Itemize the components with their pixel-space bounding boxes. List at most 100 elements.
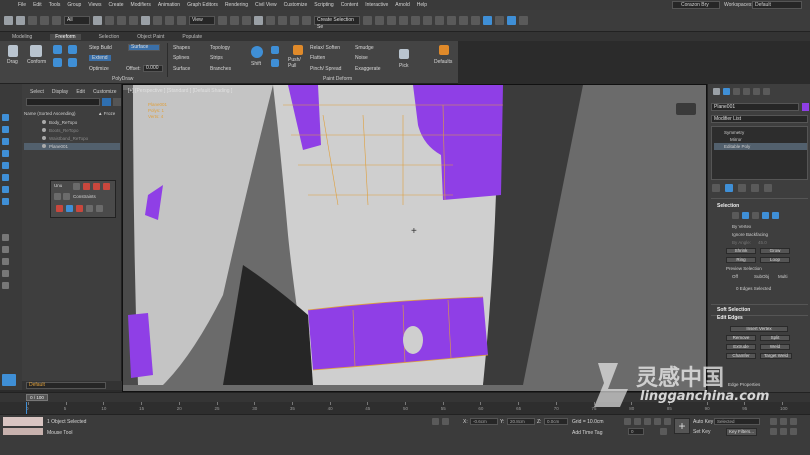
menu-views[interactable]: Views	[88, 2, 101, 8]
y-coordinate-field[interactable]: 20.8cm	[507, 418, 535, 425]
tab-modeling[interactable]: Modeling	[12, 34, 32, 40]
visibility-icon[interactable]	[42, 128, 46, 132]
visibility-icon[interactable]	[42, 144, 46, 148]
menu-modifiers[interactable]: Modifiers	[131, 2, 151, 8]
align-icon[interactable]	[375, 16, 384, 25]
axis-constraint-z-icon[interactable]	[93, 183, 100, 190]
menu-customize[interactable]: Customize	[284, 2, 308, 8]
brush-options-icon[interactable]	[271, 46, 279, 54]
toggle-scene-explorer-icon[interactable]	[387, 16, 396, 25]
link-icon[interactable]	[28, 16, 37, 25]
rendered-frame-window-icon[interactable]	[471, 16, 480, 25]
layout-2-icon[interactable]	[2, 126, 9, 133]
add-time-tag-button[interactable]: Add Time Tag	[572, 430, 602, 436]
go-to-end-icon[interactable]	[664, 418, 671, 425]
viewport-label-menu[interactable]: [+] [Perspective ] [Standard ] [Default …	[128, 88, 232, 94]
layout-12-icon[interactable]	[2, 270, 9, 277]
menu-animation[interactable]: Animation	[158, 2, 180, 8]
smudge-button[interactable]: Smudge	[355, 45, 374, 51]
exaggerate-button[interactable]: Exaggerate	[355, 66, 381, 72]
object-color-swatch[interactable]	[802, 103, 809, 111]
show-end-result-icon[interactable]	[725, 184, 733, 192]
scene-row[interactable]: Boots_ReTopo	[24, 127, 120, 134]
layout-1-icon[interactable]	[2, 114, 9, 121]
ignore-backfacing-checkbox[interactable]: Ignore Backfacing	[732, 232, 768, 237]
drag-icon[interactable]	[8, 45, 18, 57]
layout-4-icon[interactable]	[2, 150, 9, 157]
tab-selection[interactable]: Selection	[99, 34, 120, 40]
modify-tab-icon[interactable]	[723, 88, 730, 95]
menu-edit[interactable]: Edit	[33, 2, 42, 8]
constraint-5-icon[interactable]	[96, 205, 103, 212]
render-cloud-icon[interactable]	[507, 16, 516, 25]
preview-multi-radio[interactable]: Multi	[778, 274, 788, 279]
object-name-field[interactable]: Plane001	[711, 103, 799, 111]
layout-6-icon[interactable]	[2, 174, 9, 181]
scene-options-icon[interactable]	[113, 98, 121, 106]
auto-key-button[interactable]: Auto Key	[693, 419, 713, 425]
insert-vertex-button[interactable]: Insert Vertex	[730, 326, 788, 332]
perspective-viewport[interactable]: [+] [Perspective ] [Standard ] [Default …	[122, 84, 707, 392]
layout-8-icon[interactable]	[2, 198, 9, 205]
se-menu-customize[interactable]: Customize	[93, 89, 117, 96]
layout-9-icon[interactable]	[2, 234, 9, 241]
pick-icon[interactable]	[399, 49, 409, 59]
scene-row[interactable]: Plane001	[24, 143, 120, 150]
x-coordinate-field[interactable]: -0.6cm	[470, 418, 498, 425]
key-filters-button[interactable]: Key Filters...	[726, 428, 758, 436]
ring-button[interactable]: Ring	[726, 257, 756, 263]
constraint-4-icon[interactable]	[86, 205, 93, 212]
scene-column-header[interactable]: Name (Sorted Ascending) ▲ Froze	[24, 110, 120, 117]
maxscript-mini-field[interactable]	[3, 428, 43, 435]
menu-civil-view[interactable]: Civil View	[255, 2, 277, 8]
brush-mirror-icon[interactable]	[271, 59, 279, 67]
add-key-button[interactable]: +	[674, 418, 690, 434]
visibility-icon[interactable]	[42, 136, 46, 140]
extrude-button[interactable]: Extrude	[726, 344, 756, 350]
relax-soften-button[interactable]: Relax/ Soften	[310, 45, 340, 51]
manipulate-icon[interactable]	[230, 16, 239, 25]
pick-button[interactable]: Pick	[399, 63, 408, 69]
viewcube-icon[interactable]	[676, 103, 696, 115]
layer-dropdown[interactable]: Default	[26, 382, 106, 389]
snap-option-1-icon[interactable]	[54, 193, 61, 200]
menu-interactive[interactable]: Interactive	[365, 2, 388, 8]
layout-11-icon[interactable]	[2, 258, 9, 265]
menu-content[interactable]: Content	[341, 2, 359, 8]
scene-row[interactable]: Body_ReTopo	[24, 119, 120, 126]
display-tab-icon[interactable]	[753, 88, 760, 95]
make-unique-icon[interactable]	[738, 184, 746, 192]
remove-modifier-icon[interactable]	[751, 184, 759, 192]
filter-icon[interactable]	[102, 98, 111, 106]
se-menu-display[interactable]: Display	[52, 89, 68, 96]
split-button[interactable]: Split	[760, 335, 790, 341]
mirror-icon[interactable]	[363, 16, 372, 25]
edge-mode-icon[interactable]	[742, 212, 749, 219]
go-to-start-icon[interactable]	[624, 418, 631, 425]
time-slider-thumb[interactable]: 0 / 100	[26, 394, 48, 401]
shapes-button[interactable]: Shapes	[173, 45, 190, 51]
play-icon[interactable]	[644, 418, 651, 425]
branches-button[interactable]: Branches	[210, 66, 231, 72]
toggle-layer-explorer-icon[interactable]	[399, 16, 408, 25]
surface-button[interactable]: Surface	[173, 66, 190, 72]
place-icon[interactable]	[177, 16, 186, 25]
select-object-icon[interactable]	[93, 16, 102, 25]
maximize-viewport-icon[interactable]	[790, 428, 797, 435]
noise-button[interactable]: Noise	[355, 55, 368, 61]
topology-button[interactable]: Topology	[210, 45, 230, 51]
shrink-button[interactable]: Shrink	[726, 248, 756, 254]
by-angle-checkbox[interactable]: By Angle:	[732, 240, 751, 245]
axis-constraint-xy-icon[interactable]	[103, 183, 110, 190]
schematic-view-icon[interactable]	[435, 16, 444, 25]
polydraw-group-label[interactable]: PolyDraw	[112, 76, 133, 82]
reference-coordinate-dropdown[interactable]: View	[189, 16, 215, 25]
workspace-dropdown[interactable]: Default	[752, 1, 802, 9]
select-rotate-icon[interactable]	[153, 16, 162, 25]
border-mode-icon[interactable]	[752, 212, 759, 219]
keyboard-shortcut-icon[interactable]	[242, 16, 251, 25]
render-online-icon[interactable]	[519, 16, 528, 25]
user-account-dropdown[interactable]: Corazon Bry	[672, 1, 720, 9]
modifier-stack-item[interactable]: Mirror	[714, 136, 807, 143]
tab-object-paint[interactable]: Object Paint	[137, 34, 164, 40]
